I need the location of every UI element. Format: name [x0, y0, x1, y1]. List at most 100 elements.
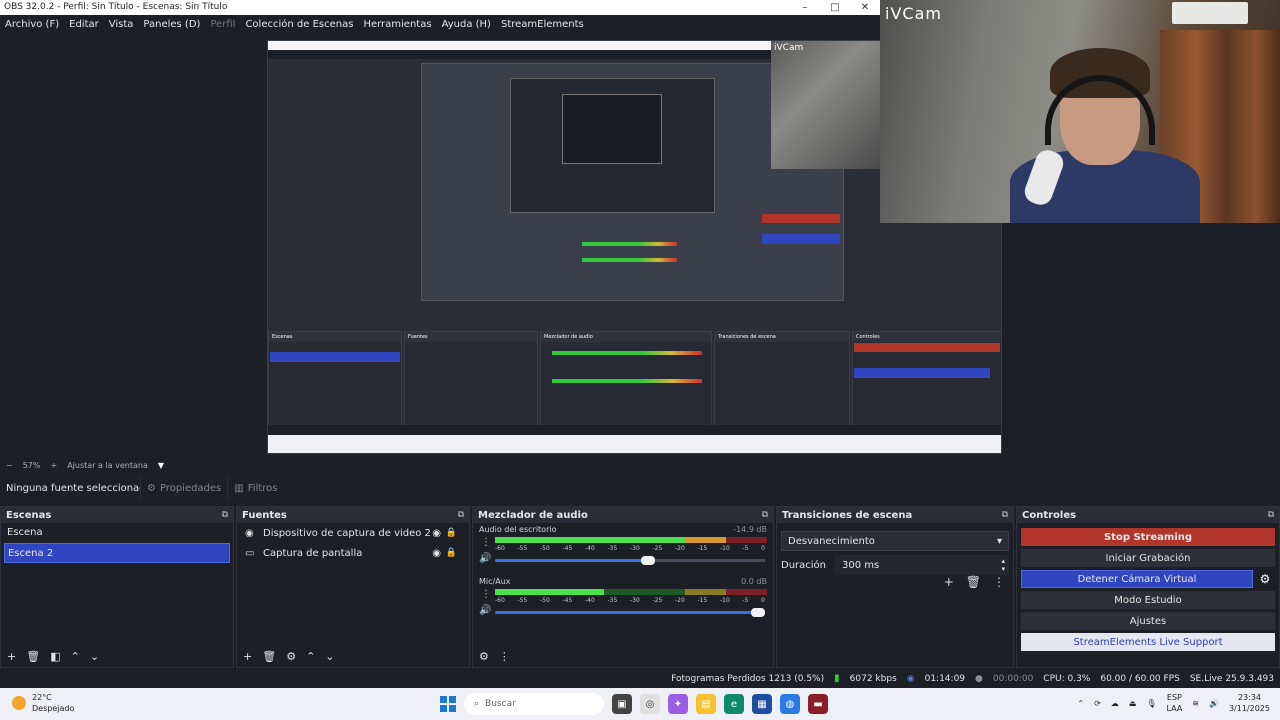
move-down-icon[interactable]: ⌄: [90, 650, 99, 663]
cloud-icon[interactable]: ☁: [1111, 699, 1119, 708]
slider-rest: [646, 559, 765, 562]
stop-streaming-button[interactable]: Stop Streaming: [1021, 528, 1275, 546]
add-scene-icon[interactable]: +: [7, 650, 16, 663]
copilot-app-icon[interactable]: ✦: [668, 694, 688, 714]
wifi-icon[interactable]: ≋: [1192, 699, 1199, 708]
menu-ayuda[interactable]: Ayuda (H): [442, 19, 491, 30]
task-view-icon[interactable]: ▣: [612, 694, 632, 714]
track-menu-icon[interactable]: ⋮: [481, 589, 491, 600]
start-recording-button[interactable]: Iniciar Grabación: [1021, 549, 1275, 567]
microphone-icon[interactable]: 🎙: [1146, 699, 1156, 708]
zoom-out-icon[interactable]: −: [6, 461, 13, 470]
dock-undock-icon[interactable]: ⧉: [762, 510, 768, 520]
advanced-audio-icon[interactable]: ⚙: [479, 650, 489, 663]
dock-undock-icon[interactable]: ⧉: [222, 510, 228, 520]
mixer-menu-icon[interactable]: ⋮: [499, 650, 510, 663]
camera-label: iVCam: [885, 4, 942, 23]
source-item[interactable]: ▭ Captura de pantalla ◉ 🔒: [237, 543, 469, 563]
media-app-icon[interactable]: ▬: [808, 694, 828, 714]
clock[interactable]: 23:34 3/11/2025: [1229, 692, 1270, 714]
tick-label: -15: [697, 597, 708, 604]
tick-label: -25: [652, 545, 663, 552]
add-transition-icon[interactable]: +: [944, 575, 954, 589]
volume-slider[interactable]: [495, 608, 765, 617]
menu-coleccion-escenas[interactable]: Colección de Escenas: [245, 19, 353, 30]
ivcam-app-icon[interactable]: ◍: [780, 694, 800, 714]
duration-input[interactable]: 300 ms ▴ ▾: [834, 555, 1009, 575]
menu-streamelements[interactable]: StreamElements: [501, 19, 584, 30]
monitor-icon: ▭: [245, 547, 255, 559]
move-up-icon[interactable]: ⌃: [71, 650, 80, 663]
nested-recursion-core-inner: [562, 94, 662, 164]
menu-herramientas[interactable]: Herramientas: [363, 19, 431, 30]
studio-mode-button[interactable]: Modo Estudio: [1021, 591, 1275, 609]
chevron-down-icon[interactable]: ▼: [158, 461, 164, 470]
menu-editar[interactable]: Editar: [69, 19, 99, 30]
lock-icon[interactable]: 🔒: [446, 548, 457, 558]
lock-icon[interactable]: 🔒: [446, 528, 457, 538]
track-menu-icon[interactable]: ⋮: [481, 537, 491, 548]
file-explorer-icon[interactable]: ▤: [696, 694, 716, 714]
visibility-eye-icon[interactable]: ◉: [432, 548, 441, 559]
speaker-icon[interactable]: 🔊: [479, 605, 491, 616]
store-app-icon[interactable]: ▦: [752, 694, 772, 714]
properties-button[interactable]: ⚙ Propiedades: [140, 478, 227, 498]
windows-start-icon[interactable]: [440, 696, 456, 712]
obs-app-icon[interactable]: ◎: [640, 694, 660, 714]
duration-value: 300 ms: [842, 559, 880, 571]
remove-scene-icon[interactable]: 🗑: [26, 650, 40, 663]
move-down-icon[interactable]: ⌄: [325, 650, 334, 663]
dock-undock-icon[interactable]: ⧉: [1002, 510, 1008, 520]
close-icon[interactable]: ✕: [850, 0, 880, 15]
slider-knob[interactable]: [751, 608, 765, 617]
menu-archivo[interactable]: Archivo (F): [5, 19, 59, 30]
source-settings-icon[interactable]: ⚙: [286, 650, 296, 663]
stop-virtual-camera-button[interactable]: Detener Cámara Virtual: [1021, 570, 1253, 588]
menu-perfil[interactable]: Perfil: [210, 19, 235, 30]
usb-icon[interactable]: ⏏: [1129, 699, 1137, 708]
sources-title: Fuentes: [242, 509, 287, 521]
speaker-icon[interactable]: 🔊: [479, 553, 491, 564]
taskbar-search[interactable]: ⌕ Buscar: [464, 693, 604, 715]
language-indicator[interactable]: ESP LAA: [1166, 692, 1182, 714]
spinner-icon[interactable]: ▴ ▾: [1001, 557, 1005, 573]
scene-item[interactable]: Escena: [1, 523, 233, 543]
dock-undock-icon[interactable]: ⧉: [458, 510, 464, 520]
maximize-icon[interactable]: □: [820, 0, 850, 15]
menu-paneles[interactable]: Paneles (D): [143, 19, 200, 30]
minimize-icon[interactable]: –: [790, 0, 820, 15]
menu-bar: Archivo (F) Editar Vista Paneles (D) Per…: [0, 15, 880, 33]
move-up-icon[interactable]: ⌃: [306, 650, 315, 663]
menu-vista[interactable]: Vista: [109, 19, 134, 30]
tick-label: -45: [562, 597, 573, 604]
slider-knob[interactable]: [640, 556, 655, 565]
scene-item-selected[interactable]: Escena 2: [4, 543, 230, 563]
source-item[interactable]: ◉ Dispositivo de captura de video 2 ◉ 🔒: [237, 523, 469, 543]
tick-label: -50: [540, 545, 550, 552]
scene-filters-icon[interactable]: ◧: [50, 650, 60, 663]
chevron-up-icon[interactable]: ⌃: [1077, 699, 1084, 708]
tick-label: -40: [585, 545, 595, 552]
transition-select[interactable]: Desvanecimiento ▾: [781, 531, 1009, 551]
streamelements-support-button[interactable]: StreamElements Live Support: [1021, 633, 1275, 651]
weather-widget[interactable]: 22°C Despejado: [12, 692, 74, 714]
remove-transition-icon[interactable]: 🗑: [966, 575, 981, 589]
zoom-in-icon[interactable]: +: [50, 461, 57, 470]
gear-icon[interactable]: ⚙: [1255, 570, 1275, 588]
sync-icon[interactable]: ⟳: [1094, 699, 1101, 708]
nested-dock-header: Escenas: [269, 332, 401, 342]
settings-button[interactable]: Ajustes: [1021, 612, 1275, 630]
transition-menu-icon[interactable]: ⋮: [993, 575, 1005, 589]
remove-source-icon[interactable]: 🗑: [262, 650, 276, 663]
edge-browser-icon[interactable]: e: [724, 694, 744, 714]
visibility-eye-icon[interactable]: ◉: [432, 528, 441, 539]
volume-icon[interactable]: 🔊: [1209, 699, 1219, 708]
dock-undock-icon[interactable]: ⧉: [1268, 510, 1274, 520]
windows-taskbar: 22°C Despejado ⌕ Buscar ▣ ◎ ✦ ▤ e ▦ ◍ ▬ …: [0, 688, 1280, 720]
filters-button[interactable]: ▥ Filtros: [227, 478, 283, 498]
scenes-dock-header: Escenas ⧉: [1, 507, 233, 523]
zoom-fit-select[interactable]: Ajustar a la ventana: [67, 461, 148, 470]
volume-slider[interactable]: [495, 556, 765, 565]
add-source-icon[interactable]: +: [243, 650, 252, 663]
track-name: Mic/Aux: [479, 577, 511, 586]
